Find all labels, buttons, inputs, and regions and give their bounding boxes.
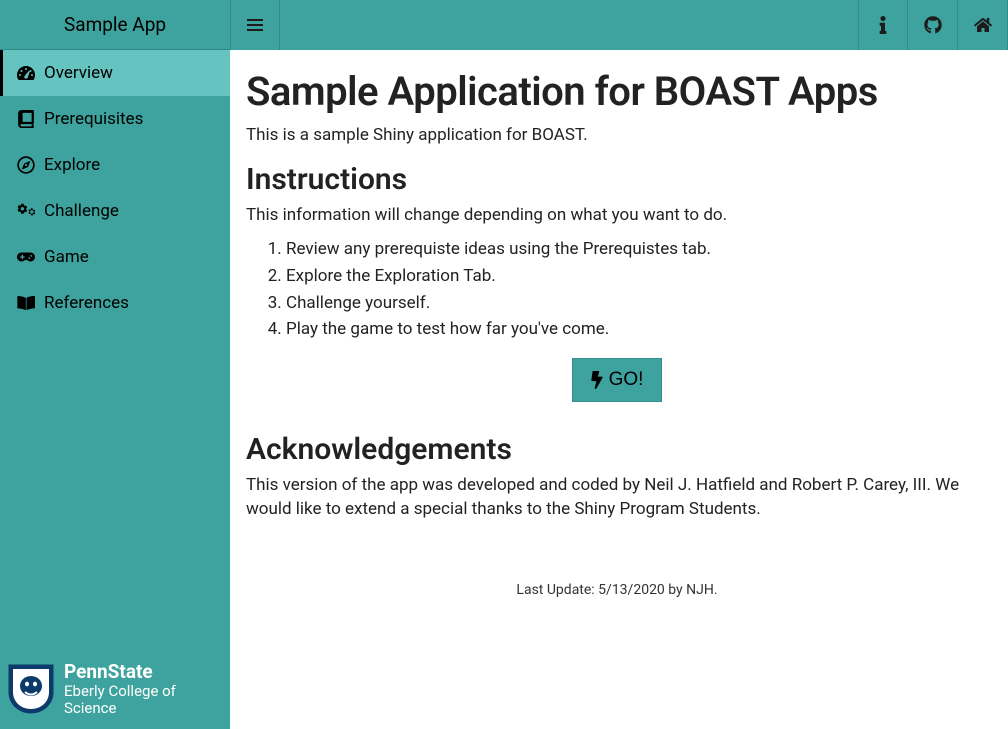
acknowledgements-heading: Acknowledgements: [246, 432, 988, 467]
footer-text: PennState Eberly College of Science: [64, 661, 222, 717]
instructions-intro: This information will change depending o…: [246, 203, 988, 228]
sidebar-item-references[interactable]: References: [0, 280, 230, 326]
intro-text: This is a sample Shiny application for B…: [246, 123, 988, 148]
menu-toggle-button[interactable]: [230, 0, 280, 50]
sidebar-item-game[interactable]: Game: [0, 234, 230, 280]
sidebar-item-overview[interactable]: Overview: [0, 50, 230, 96]
sidebar-item-label: Challenge: [44, 201, 119, 221]
go-button[interactable]: GO!: [572, 358, 663, 402]
sidebar-footer: PennState Eberly College of Science: [8, 661, 222, 717]
book-open-icon: [16, 294, 36, 312]
sidebar-menu: Overview Prerequisites Explore Challenge: [0, 50, 230, 326]
sidebar-item-explore[interactable]: Explore: [0, 142, 230, 188]
home-icon: [974, 16, 992, 34]
gears-icon: [16, 202, 36, 220]
info-icon: [874, 16, 892, 34]
gamepad-icon: [16, 248, 36, 266]
sidebar-item-label: Overview: [44, 63, 113, 83]
instructions-item: Review any prerequiste ideas using the P…: [286, 237, 988, 262]
acknowledgements-body: This version of the app was developed an…: [246, 473, 988, 522]
sidebar: Sample App Overview Prerequisites Explor…: [0, 0, 230, 729]
instructions-item: Play the game to test how far you've com…: [286, 317, 988, 342]
sidebar-item-label: Prerequisites: [44, 109, 143, 129]
go-button-label: GO!: [609, 369, 644, 391]
main: Sample Application for BOAST Apps This i…: [230, 0, 1008, 729]
topbar: [230, 0, 1008, 50]
page-title: Sample Application for BOAST Apps: [246, 68, 988, 115]
sidebar-item-prerequisites[interactable]: Prerequisites: [0, 96, 230, 142]
sidebar-item-label: References: [44, 293, 129, 313]
content: Sample Application for BOAST Apps This i…: [230, 50, 1008, 729]
footer-line1: PennState: [64, 661, 222, 683]
hamburger-icon: [247, 19, 263, 31]
info-button[interactable]: [858, 0, 908, 50]
instructions-item: Challenge yourself.: [286, 291, 988, 316]
footer-line2: Eberly College of Science: [64, 683, 222, 718]
sidebar-item-challenge[interactable]: Challenge: [0, 188, 230, 234]
instructions-list: Review any prerequiste ideas using the P…: [246, 237, 988, 342]
app-title: Sample App: [0, 0, 230, 50]
dashboard-icon: [16, 64, 36, 82]
pennstate-shield-icon: [8, 664, 54, 714]
bolt-icon: [591, 371, 603, 389]
github-button[interactable]: [908, 0, 958, 50]
instructions-heading: Instructions: [246, 162, 988, 197]
instructions-item: Explore the Exploration Tab.: [286, 264, 988, 289]
github-icon: [924, 16, 942, 34]
last-update: Last Update: 5/13/2020 by NJH.: [246, 582, 988, 598]
book-icon: [16, 110, 36, 128]
sidebar-item-label: Explore: [44, 155, 100, 175]
sidebar-item-label: Game: [44, 247, 89, 267]
home-button[interactable]: [958, 0, 1008, 50]
compass-icon: [16, 156, 36, 174]
